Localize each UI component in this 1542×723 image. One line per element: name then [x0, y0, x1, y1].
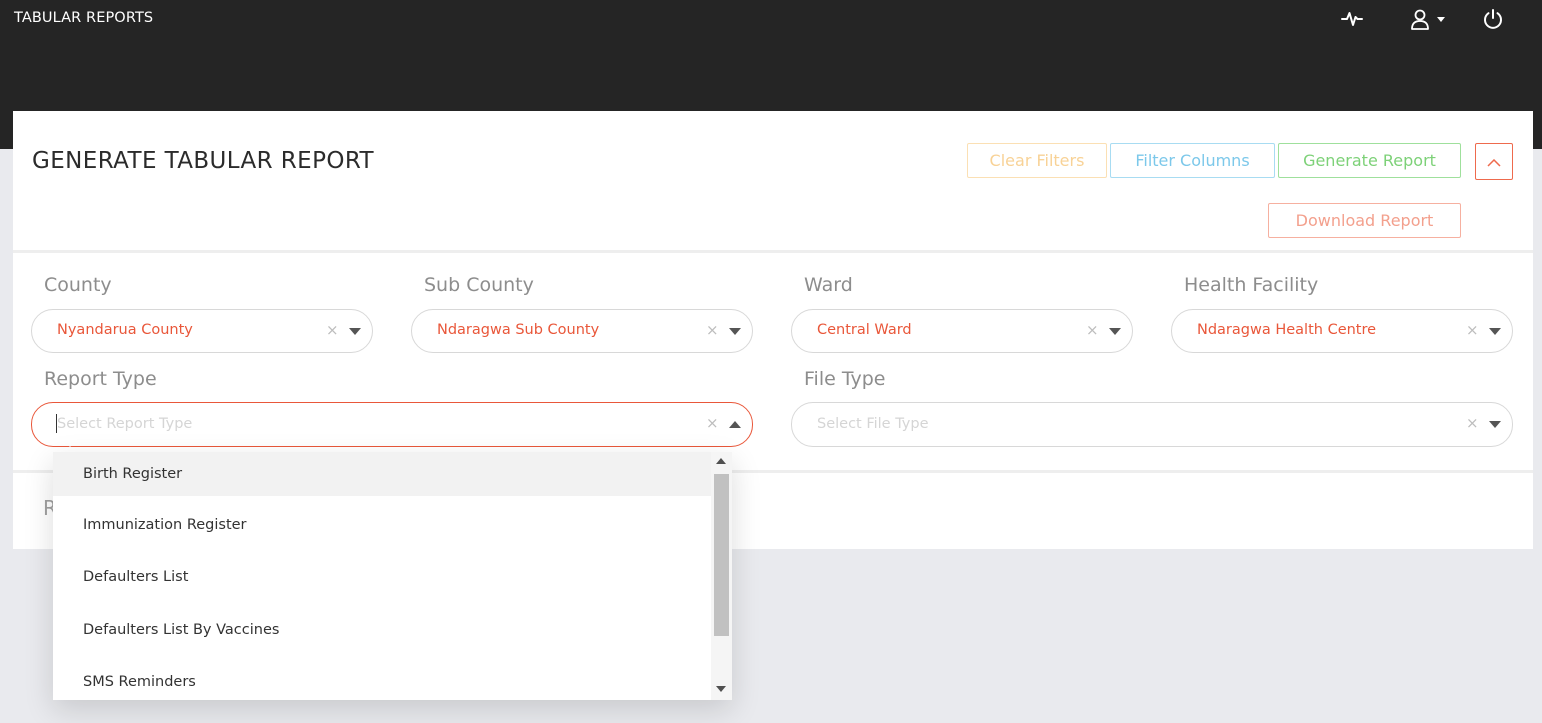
caret-down-icon[interactable]	[729, 328, 741, 335]
report-type-search-input[interactable]: Select Report Type	[57, 416, 192, 432]
scroll-down-arrow-icon[interactable]	[716, 686, 726, 692]
report-type-label: Report Type	[44, 368, 157, 390]
clear-icon[interactable]: ×	[326, 321, 339, 339]
scrollbar-thumb[interactable]	[714, 474, 729, 636]
app-title: TABULAR REPORTS	[14, 10, 154, 26]
chevron-down-icon	[1437, 16, 1445, 22]
health-facility-select[interactable]: Ndaragwa Health Centre ×	[1171, 309, 1513, 353]
file-type-label: File Type	[804, 368, 886, 390]
clear-icon[interactable]: ×	[1466, 414, 1479, 432]
chevron-up-icon	[1487, 152, 1501, 171]
report-type-select[interactable]: Select Report Type ×	[31, 402, 753, 447]
clear-icon[interactable]: ×	[1466, 321, 1479, 339]
dropdown-scrollbar[interactable]	[711, 452, 732, 700]
file-type-placeholder: Select File Type	[817, 416, 929, 432]
caret-down-icon[interactable]	[1489, 421, 1501, 428]
report-type-dropdown: Birth Register Immunization Register Def…	[53, 452, 732, 700]
collapse-button[interactable]	[1475, 143, 1513, 180]
sub-county-value: Ndaragwa Sub County	[437, 322, 600, 338]
dropdown-option[interactable]: Defaulters List By Vaccines	[53, 607, 711, 653]
clear-icon[interactable]: ×	[706, 414, 719, 432]
activity-icon[interactable]	[1339, 6, 1365, 32]
user-icon	[1409, 8, 1431, 30]
user-menu-button[interactable]	[1404, 6, 1450, 32]
power-icon[interactable]	[1480, 6, 1506, 32]
clear-icon[interactable]: ×	[706, 321, 719, 339]
county-label: County	[44, 274, 112, 296]
caret-down-icon[interactable]	[349, 328, 361, 335]
dropdown-option[interactable]: Defaulters List	[53, 554, 711, 600]
scroll-up-arrow-icon[interactable]	[716, 458, 726, 464]
dropdown-option[interactable]: Birth Register	[53, 452, 711, 496]
caret-down-icon[interactable]	[1489, 328, 1501, 335]
dropdown-option[interactable]: Immunization Register	[53, 502, 711, 548]
health-facility-value: Ndaragwa Health Centre	[1197, 322, 1377, 338]
clear-icon[interactable]: ×	[1086, 321, 1099, 339]
page-title: GENERATE TABULAR REPORT	[32, 148, 375, 174]
generate-report-button[interactable]: Generate Report	[1278, 143, 1461, 178]
caret-down-icon[interactable]	[1109, 328, 1121, 335]
dropdown-option[interactable]: SMS Reminders	[53, 659, 711, 700]
health-facility-label: Health Facility	[1184, 274, 1319, 296]
county-value: Nyandarua County	[57, 322, 193, 338]
sub-county-label: Sub County	[424, 274, 534, 296]
sub-county-select[interactable]: Ndaragwa Sub County ×	[411, 309, 753, 353]
county-select[interactable]: Nyandarua County ×	[31, 309, 373, 353]
ward-select[interactable]: Central Ward ×	[791, 309, 1133, 353]
ward-label: Ward	[804, 274, 853, 296]
divider	[13, 250, 1533, 253]
clear-filters-button[interactable]: Clear Filters	[967, 143, 1107, 178]
filter-columns-button[interactable]: Filter Columns	[1110, 143, 1275, 178]
caret-up-icon[interactable]	[729, 421, 741, 428]
download-report-button[interactable]: Download Report	[1268, 203, 1461, 238]
file-type-select[interactable]: Select File Type ×	[791, 402, 1513, 447]
ward-value: Central Ward	[817, 322, 912, 338]
